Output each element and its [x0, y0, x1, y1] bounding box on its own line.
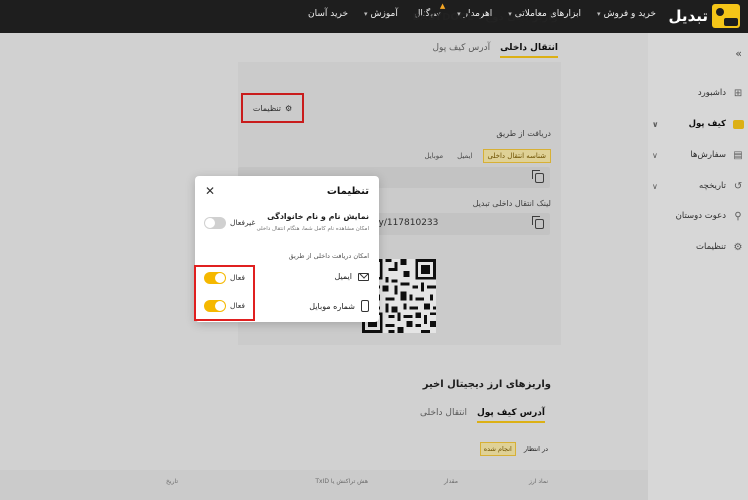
- nav-label: خرید و فروش: [603, 9, 656, 19]
- show-name-state: غیرفعال: [230, 218, 256, 227]
- logo-icon: [712, 4, 740, 28]
- show-name-title: نمایش نام و نام خانوادگی: [267, 212, 369, 221]
- brand-name: تبدیل: [668, 7, 708, 25]
- page-title: واریز بیبی دوج - BABYDOGE: [412, 12, 558, 23]
- modal-title: تنظیمات: [326, 186, 369, 197]
- mobile-option: شماره موبایل: [309, 300, 369, 312]
- brand-logo[interactable]: تبدیل: [669, 4, 740, 28]
- toggle-knob: [205, 218, 215, 228]
- nav-item-education[interactable]: آموزش ▾: [364, 9, 398, 19]
- top-navbar: تبدیل خرید و فروش ▾ ابزارهای معاملاتی ▾ اه…: [0, 0, 748, 33]
- nav-label: آموزش: [370, 9, 398, 19]
- show-name-toggle[interactable]: [204, 217, 226, 229]
- nav-item-easy-buy[interactable]: خرید آسان: [308, 9, 348, 19]
- nav-item-buy-sell[interactable]: خرید و فروش ▾: [597, 9, 656, 19]
- mobile-option-label: شماره موبایل: [309, 301, 355, 311]
- toggles-highlight-box: [194, 265, 255, 321]
- phone-icon: [361, 300, 369, 312]
- email-option: ایمیل: [334, 272, 369, 281]
- flame-icon: ▲: [439, 2, 446, 10]
- show-name-description: امکان مشاهده نام کامل شما، هنگام انتقال …: [256, 226, 369, 232]
- mail-icon: [358, 272, 369, 281]
- chevron-down-icon: ▾: [597, 10, 601, 18]
- chevron-down-icon: ▾: [364, 10, 368, 18]
- email-option-label: ایمیل: [334, 272, 352, 281]
- receive-section-label: امکان دریافت داخلی از طریق: [288, 252, 369, 260]
- close-icon[interactable]: ✕: [205, 184, 215, 198]
- nav-label: خرید آسان: [308, 9, 349, 19]
